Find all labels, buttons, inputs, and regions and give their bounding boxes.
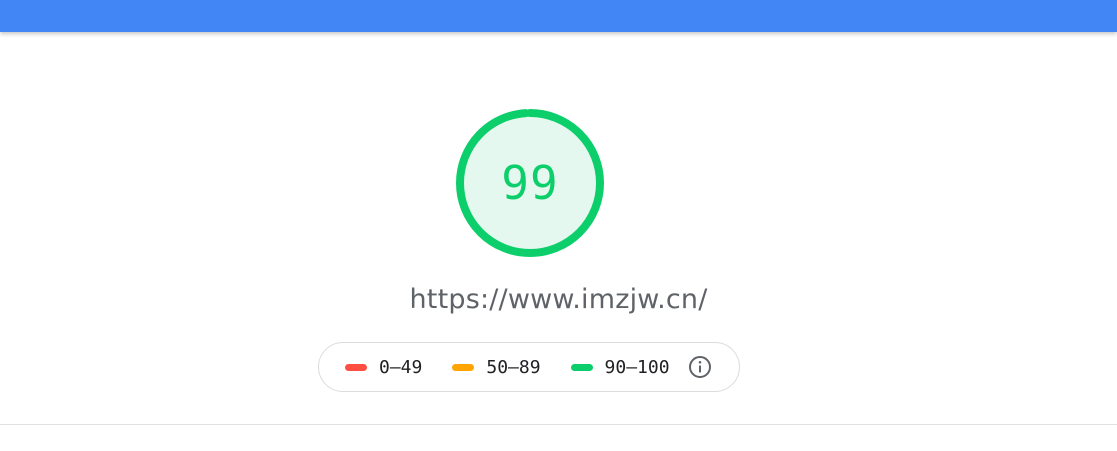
score-legend: 0–49 50–89 90–100 xyxy=(318,342,740,392)
performance-score-gauge: 99 xyxy=(455,108,605,258)
section-divider xyxy=(0,424,1117,425)
legend-label-pass: 90–100 xyxy=(604,356,670,378)
average-swatch xyxy=(452,363,475,371)
info-button[interactable] xyxy=(688,355,712,379)
legend-label-average: 50–89 xyxy=(486,356,541,378)
info-circle-icon xyxy=(688,356,711,378)
legend-label-fail: 0–49 xyxy=(379,356,423,378)
page-url: https://www.imzjw.cn/ xyxy=(409,284,708,315)
legend-item-average: 50–89 xyxy=(452,356,541,378)
legend-item-fail: 0–49 xyxy=(345,357,422,378)
legend-item-pass: 90–100 xyxy=(570,356,670,378)
fail-swatch xyxy=(345,363,367,371)
header-bar xyxy=(0,0,1117,32)
pass-swatch xyxy=(570,363,593,371)
performance-score: 99 xyxy=(501,156,559,210)
